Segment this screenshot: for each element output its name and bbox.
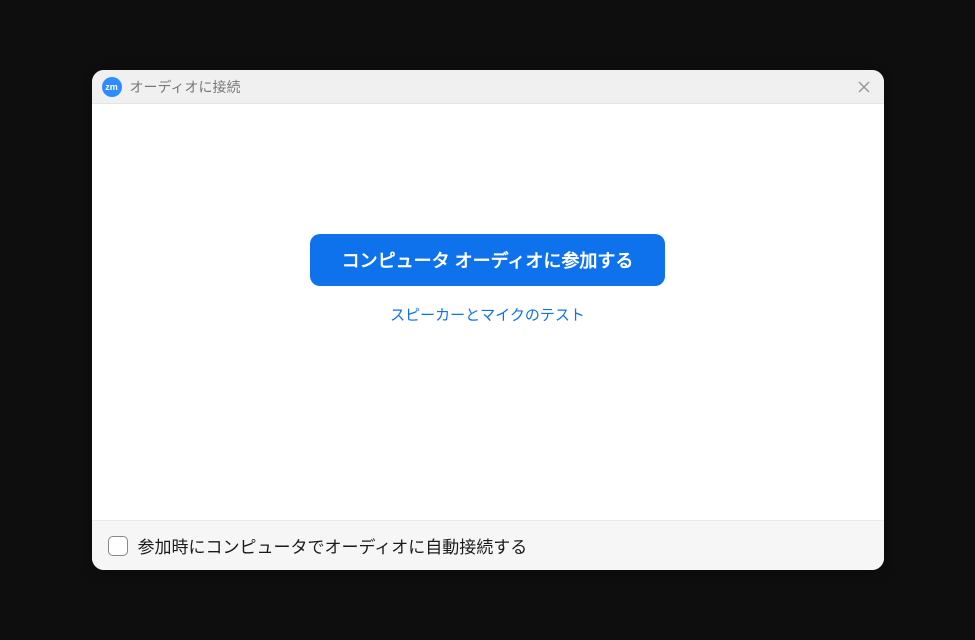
auto-connect-checkbox-wrapper[interactable]: 参加時にコンピュータでオーディオに自動接続する xyxy=(108,533,528,558)
close-button[interactable] xyxy=(854,77,874,97)
dialog-titlebar: zm オーディオに接続 xyxy=(92,70,884,104)
close-icon xyxy=(856,79,872,95)
auto-connect-checkbox[interactable] xyxy=(108,536,128,556)
dialog-content: コンピュータ オーディオに参加する スピーカーとマイクのテスト xyxy=(92,104,884,520)
test-speaker-mic-link[interactable]: スピーカーとマイクのテスト xyxy=(390,304,585,325)
auto-connect-checkbox-label: 参加時にコンピュータでオーディオに自動接続する xyxy=(138,533,528,558)
zoom-icon-text: zm xyxy=(105,82,118,92)
dialog-title: オーディオに接続 xyxy=(130,77,854,97)
join-computer-audio-button[interactable]: コンピュータ オーディオに参加する xyxy=(310,234,666,286)
dialog-footer: 参加時にコンピュータでオーディオに自動接続する xyxy=(92,520,884,570)
audio-connect-dialog: zm オーディオに接続 コンピュータ オーディオに参加する スピーカーとマイクの… xyxy=(92,70,884,570)
zoom-icon: zm xyxy=(102,77,122,97)
